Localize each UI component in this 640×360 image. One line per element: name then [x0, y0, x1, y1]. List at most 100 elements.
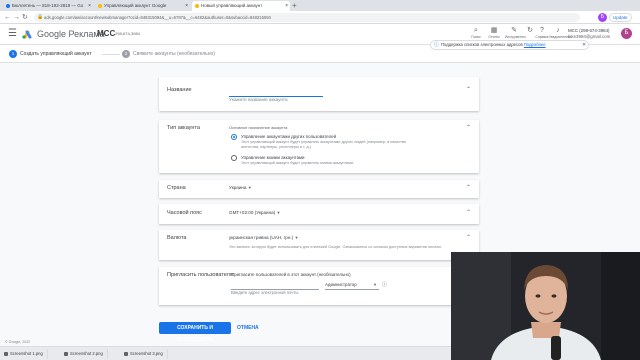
account-name-input[interactable]: Укажите название аккаунта: [229, 88, 323, 102]
reload-icon[interactable]: ↻: [22, 12, 28, 23]
help-icon[interactable]: ⓘ: [382, 281, 387, 289]
browser-tab-active[interactable]: Новый управляющий аккаунт ×: [192, 1, 290, 11]
selected-value: Украина: [229, 185, 247, 190]
close-icon[interactable]: ✕: [582, 41, 586, 49]
close-tab-icon[interactable]: ×: [185, 1, 188, 11]
downloads-bar: Screenshot 1.png Screenshot 2.png Screen…: [0, 346, 451, 360]
radio-manage-others[interactable]: [231, 134, 237, 140]
currency-note: Это валюта, которую будет использовать д…: [229, 245, 442, 249]
file-icon: [124, 352, 128, 356]
save-and-continue-button[interactable]: СОХРАНИТЬ И ПРОДОЛЖИТЬ: [159, 322, 231, 343]
search-icon: ⌕: [474, 27, 478, 34]
presenter-image: [451, 252, 640, 360]
tab-title: Управляющий аккаунт Google: [104, 3, 167, 8]
invite-email-input[interactable]: Введите адрес электронной почты: [231, 281, 319, 295]
collapse-icon[interactable]: ⌃: [466, 125, 471, 132]
file-icon: [64, 352, 68, 356]
timezone-card: Часовой пояс GMT+02:00 (Украина) ▼ ⌃: [159, 204, 479, 224]
avatar[interactable]: Б: [621, 28, 632, 39]
search-tool-button[interactable]: ⌕ Поиск: [467, 27, 485, 40]
timezone-select[interactable]: GMT+02:00 (Украина) ▼: [229, 210, 280, 216]
new-tab-button[interactable]: +: [292, 0, 297, 11]
account-type-label: Тип аккаунта: [167, 125, 200, 131]
selected-value: украинская гривна (UAH, грн.): [229, 235, 294, 240]
account-name: MCC (298-674-3984): [568, 28, 610, 33]
role-select[interactable]: Администратор ▼: [325, 281, 379, 290]
country-label: Страна: [167, 185, 186, 191]
account-id: 298-674-3984: [115, 31, 140, 36]
update-button[interactable]: Update: [609, 13, 632, 22]
account-type: MCC: [97, 29, 116, 38]
reports-tool-button[interactable]: ▦ Отчеты: [485, 27, 503, 40]
account-type-card: Тип аккаунта Основное назначение аккаунт…: [159, 120, 479, 173]
tab-title: Бюллетень — 818-192-2819 — Go: [12, 3, 84, 8]
reports-icon: ▦: [490, 27, 498, 34]
invite-label: Пригласить пользователя: [167, 272, 233, 278]
country-select[interactable]: Украина ▼: [229, 185, 252, 191]
notifications-button[interactable]: ♪ Уведомления: [549, 27, 570, 40]
google-ads-logo-icon: [22, 30, 32, 39]
info-icon: ⓘ: [434, 42, 440, 48]
address-bar[interactable]: 🔒 ads.google.com/aw/account/newsubmanage…: [34, 13, 580, 22]
tab-favicon-icon: [195, 4, 199, 8]
learn-more-link[interactable]: Подробнее: [524, 42, 546, 47]
step-label-active: Создать управляющий аккаунт: [20, 51, 92, 57]
input-placeholder: Введите адрес электронной почты: [231, 290, 299, 295]
download-item[interactable]: Screenshot 1.png: [2, 349, 48, 359]
dropdown-arrow-icon: ▼: [276, 210, 281, 215]
browser-toolbar: ← → ↻ 🔒 ads.google.com/aw/account/newsub…: [0, 11, 640, 24]
timezone-label: Часовой пояс: [167, 210, 202, 216]
option-description: Этот управляющий аккаунт будет управлять…: [241, 161, 355, 165]
radio-manage-mine[interactable]: [231, 155, 237, 161]
step-number: 2: [122, 50, 130, 58]
url-text: ads.google.com/aw/account/newsubmanager?…: [44, 15, 271, 20]
name-label: Название: [167, 87, 192, 93]
browser-tab-bar: Бюллетень — 818-192-2819 — Go × Управляю…: [0, 0, 640, 11]
option-title: Управление аккаунтами других пользовател…: [241, 134, 337, 139]
back-icon[interactable]: ←: [4, 12, 11, 23]
info-banner: ⓘ Поддержка списков электронных адресов …: [430, 40, 589, 50]
collapse-icon[interactable]: ⌃: [466, 235, 471, 242]
download-name: Screenshot 2.png: [70, 351, 103, 356]
forward-icon[interactable]: →: [13, 12, 20, 23]
cancel-button[interactable]: ОТМЕНА: [237, 322, 259, 334]
banner-text: Поддержка списков электронных адресов: [441, 42, 523, 47]
download-name: Screenshot 1.png: [10, 351, 43, 356]
selected-value: Администратор: [325, 282, 357, 287]
browser-profile-avatar[interactable]: Б: [598, 13, 607, 22]
invite-card: Пригласить пользователя Пригласите польз…: [159, 267, 479, 305]
copyright: © Google, 2022: [5, 340, 31, 344]
browser-tab[interactable]: Бюллетень — 818-192-2819 — Go ×: [3, 1, 93, 11]
country-card: Страна Украина ▼ ⌃: [159, 180, 479, 198]
step-divider: [102, 54, 120, 55]
webcam-overlay: [451, 252, 640, 360]
lock-icon: 🔒: [37, 14, 44, 20]
tab-title: Новый управляющий аккаунт: [201, 3, 263, 8]
collapse-icon[interactable]: ⌃: [466, 210, 471, 217]
name-card: Название Укажите название аккаунта ⌃: [159, 77, 479, 111]
tab-favicon-icon: [98, 4, 102, 8]
file-icon: [4, 352, 8, 356]
dropdown-arrow-icon: ▼: [294, 235, 299, 240]
step-label: Свяжите аккаунты (необязательно): [133, 51, 215, 57]
tab-favicon-icon: [6, 4, 10, 8]
browser-tab[interactable]: Управляющий аккаунт Google ×: [95, 1, 190, 11]
bell-icon: ♪: [556, 27, 560, 34]
menu-icon[interactable]: ☰: [8, 28, 17, 40]
account-type-subheading: Основное назначение аккаунта: [229, 125, 288, 130]
download-item[interactable]: Screenshot 2.png: [62, 349, 108, 359]
step-number: 1: [9, 50, 17, 58]
input-placeholder: Укажите название аккаунта: [229, 97, 288, 102]
product-name: Google Реклама: [37, 29, 105, 39]
selected-value: GMT+02:00 (Украина): [229, 210, 276, 215]
close-tab-icon[interactable]: ×: [88, 1, 91, 11]
download-item[interactable]: Screenshot 3.png: [122, 349, 168, 359]
currency-select[interactable]: украинская гривна (UAH, грн.) ▼: [229, 235, 298, 241]
collapse-icon[interactable]: ⌃: [466, 185, 471, 192]
option-title: Управление моими аккаунтами: [241, 155, 305, 160]
close-tab-icon[interactable]: ×: [285, 1, 288, 11]
dropdown-arrow-icon: ▼: [373, 282, 377, 287]
currency-label: Валюта: [167, 235, 187, 241]
option-description: Этот управляющий аккаунт будет управлять…: [241, 140, 406, 149]
collapse-icon[interactable]: ⌃: [466, 87, 471, 94]
